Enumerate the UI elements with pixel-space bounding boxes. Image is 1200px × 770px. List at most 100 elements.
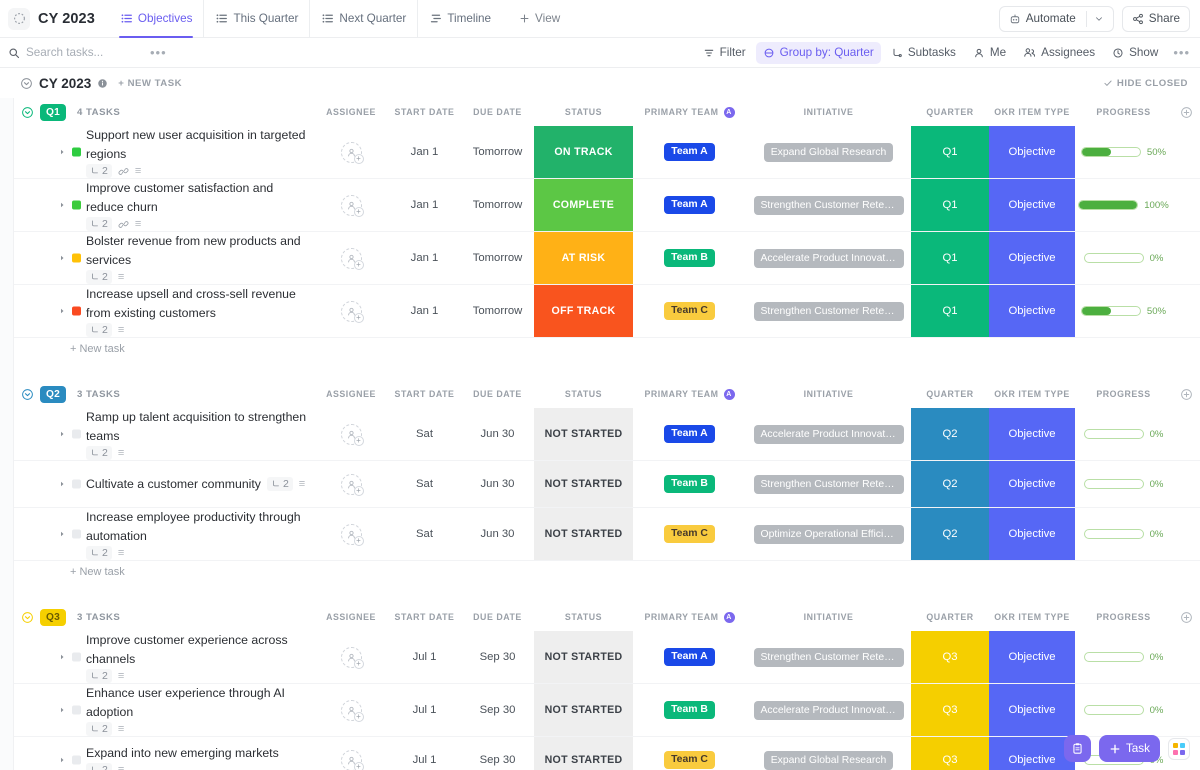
column-header-primary-team[interactable]: PRIMARY TEAMA	[633, 612, 746, 623]
okr-item-type-cell[interactable]: Objective	[989, 232, 1075, 284]
priority-indicator[interactable]	[72, 148, 81, 157]
search-input[interactable]	[26, 46, 144, 59]
status-badge[interactable]: NOT STARTED	[534, 508, 633, 560]
progress-cell[interactable]: 0%	[1075, 508, 1172, 560]
due-date-cell[interactable]: Tomorrow	[461, 179, 534, 231]
column-header-start-date[interactable]: START DATE	[388, 107, 461, 117]
expand-task-icon[interactable]	[58, 525, 66, 543]
expand-task-icon[interactable]	[58, 143, 66, 161]
start-date-cell[interactable]: Jul 1	[388, 631, 461, 683]
column-header-start-date[interactable]: START DATE	[388, 389, 461, 399]
quarter-cell[interactable]: Q2	[911, 461, 989, 507]
primary-team-cell[interactable]: Team B	[633, 684, 746, 736]
task-name-cell[interactable]: Cultivate a customer community 2 ≡	[14, 461, 314, 507]
priority-indicator[interactable]	[72, 653, 81, 662]
initiative-cell[interactable]: Strengthen Customer Retenti...	[746, 285, 911, 337]
initiative-cell[interactable]: Strengthen Customer Retenti...	[746, 179, 911, 231]
table-row[interactable]: Improve customer satisfaction and reduce…	[14, 179, 1200, 232]
okr-item-type-cell[interactable]: Objective	[989, 179, 1075, 231]
quarter-cell[interactable]: Q3	[911, 631, 989, 683]
column-header-due-date[interactable]: DUE DATE	[461, 612, 534, 622]
column-header-okr-item-type[interactable]: OKR ITEM TYPE	[989, 107, 1075, 117]
description-icon[interactable]: ≡	[135, 218, 141, 230]
quarter-cell[interactable]: Q3	[911, 684, 989, 736]
progress-cell[interactable]: 50%	[1075, 126, 1172, 178]
collapse-group-icon[interactable]	[21, 106, 34, 119]
column-header-initiative[interactable]: INITIATIVE	[746, 612, 911, 622]
priority-indicator[interactable]	[72, 530, 81, 539]
primary-team-cell[interactable]: Team A	[633, 126, 746, 178]
filter-button-me[interactable]: Me	[966, 42, 1013, 64]
column-header-quarter[interactable]: QUARTER	[911, 389, 989, 399]
progress-cell[interactable]: 0%	[1075, 631, 1172, 683]
status-badge[interactable]: NOT STARTED	[534, 684, 633, 736]
quarter-cell[interactable]: Q1	[911, 126, 989, 178]
column-header-quarter[interactable]: QUARTER	[911, 612, 989, 622]
column-header-quarter[interactable]: QUARTER	[911, 107, 989, 117]
column-header-okr-item-type[interactable]: OKR ITEM TYPE	[989, 389, 1075, 399]
priority-indicator[interactable]	[72, 706, 81, 715]
filter-button-assignees[interactable]: Assignees	[1016, 42, 1102, 64]
initiative-cell[interactable]: Expand Global Research	[746, 126, 911, 178]
description-icon[interactable]: ≡	[118, 271, 124, 283]
description-icon[interactable]: ≡	[118, 447, 124, 459]
initiative-cell[interactable]: Accelerate Product Innovation	[746, 232, 911, 284]
add-column-button[interactable]	[1172, 106, 1200, 119]
due-date-cell[interactable]: Jun 30	[461, 508, 534, 560]
hide-closed-button[interactable]: HIDE CLOSED	[1103, 78, 1188, 89]
assignee-cell[interactable]: +	[314, 631, 388, 683]
due-date-cell[interactable]: Tomorrow	[461, 126, 534, 178]
start-date-cell[interactable]: Jan 1	[388, 232, 461, 284]
add-assignee-icon[interactable]: +	[341, 424, 362, 445]
status-badge[interactable]: NOT STARTED	[534, 737, 633, 770]
column-header-due-date[interactable]: DUE DATE	[461, 107, 534, 117]
column-header-due-date[interactable]: DUE DATE	[461, 389, 534, 399]
priority-indicator[interactable]	[72, 430, 81, 439]
start-date-cell[interactable]: Jul 1	[388, 737, 461, 770]
assignee-cell[interactable]: +	[314, 232, 388, 284]
collapse-list-icon[interactable]	[20, 77, 33, 90]
initiative-cell[interactable]: Accelerate Product Innovation	[746, 408, 911, 460]
progress-cell[interactable]: 100%	[1075, 179, 1172, 231]
add-assignee-icon[interactable]: +	[341, 195, 362, 216]
task-list-scroll[interactable]: Q1 4 TASKS ASSIGNEESTART DATEDUE DATESTA…	[14, 98, 1200, 770]
column-header-status[interactable]: STATUS	[534, 612, 633, 622]
view-tab-timeline[interactable]: Timeline	[417, 0, 502, 38]
quarter-cell[interactable]: Q2	[911, 408, 989, 460]
table-row[interactable]: Support new user acquisition in targeted…	[14, 126, 1200, 179]
subtask-count[interactable]: 2	[86, 722, 112, 736]
status-badge[interactable]: NOT STARTED	[534, 408, 633, 460]
column-header-progress[interactable]: PROGRESS	[1075, 612, 1172, 622]
due-date-cell[interactable]: Tomorrow	[461, 285, 534, 337]
assignee-cell[interactable]: +	[314, 737, 388, 770]
view-tab-objectives[interactable]: Objectives	[109, 0, 204, 38]
link-icon[interactable]	[118, 166, 129, 177]
okr-item-type-cell[interactable]: Objective	[989, 737, 1075, 770]
start-date-cell[interactable]: Sat	[388, 408, 461, 460]
priority-indicator[interactable]	[72, 480, 81, 489]
description-icon[interactable]: ≡	[118, 764, 124, 770]
progress-cell[interactable]: 0%	[1075, 232, 1172, 284]
start-date-cell[interactable]: Jan 1	[388, 179, 461, 231]
assignee-cell[interactable]: +	[314, 285, 388, 337]
column-header-progress[interactable]: PROGRESS	[1075, 389, 1172, 399]
okr-item-type-cell[interactable]: Objective	[989, 461, 1075, 507]
add-assignee-icon[interactable]: +	[341, 647, 362, 668]
progress-cell[interactable]: 0%	[1075, 684, 1172, 736]
column-header-primary-team[interactable]: PRIMARY TEAMA	[633, 389, 746, 400]
add-assignee-icon[interactable]: +	[341, 301, 362, 322]
expand-task-icon[interactable]	[58, 196, 66, 214]
description-icon[interactable]: ≡	[135, 165, 141, 177]
description-icon[interactable]: ≡	[299, 478, 305, 490]
due-date-cell[interactable]: Sep 30	[461, 737, 534, 770]
start-date-cell[interactable]: Jan 1	[388, 126, 461, 178]
column-header-progress[interactable]: PROGRESS	[1075, 107, 1172, 117]
quarter-cell[interactable]: Q1	[911, 179, 989, 231]
task-name-cell[interactable]: Ramp up talent acquisition to strengthen…	[14, 408, 314, 460]
add-assignee-icon[interactable]: +	[341, 750, 362, 770]
okr-item-type-cell[interactable]: Objective	[989, 508, 1075, 560]
add-assignee-icon[interactable]: +	[341, 700, 362, 721]
expand-task-icon[interactable]	[58, 475, 66, 493]
column-header-primary-team[interactable]: PRIMARY TEAMA	[633, 107, 746, 118]
column-header-assignee[interactable]: ASSIGNEE	[314, 612, 388, 622]
